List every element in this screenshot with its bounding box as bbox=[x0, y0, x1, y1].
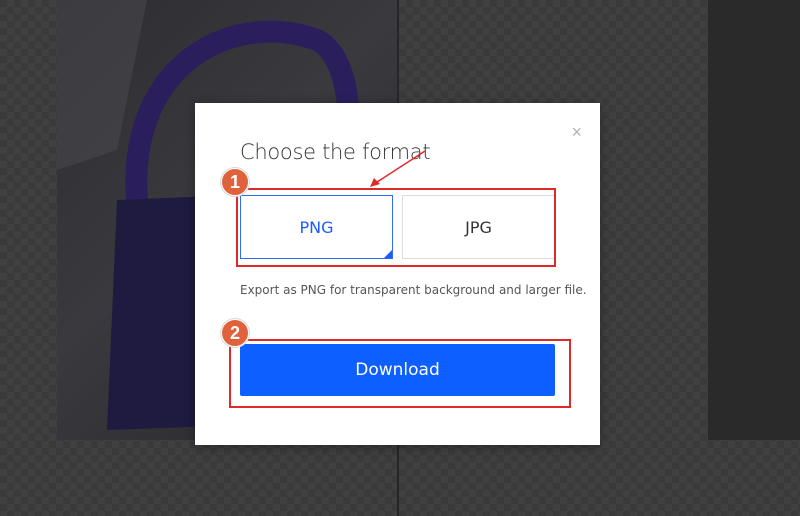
download-button[interactable]: Download bbox=[240, 344, 555, 396]
format-options: PNG JPG bbox=[240, 195, 555, 261]
format-option-jpg[interactable]: JPG bbox=[402, 195, 555, 259]
selected-check-corner-icon bbox=[384, 250, 392, 258]
format-option-png[interactable]: PNG bbox=[240, 195, 393, 259]
format-option-label: JPG bbox=[465, 217, 492, 237]
close-icon[interactable]: × bbox=[571, 123, 582, 141]
format-option-label: PNG bbox=[299, 217, 334, 237]
format-hint: Export as PNG for transparent background… bbox=[240, 283, 587, 297]
annotation-arrow-icon bbox=[370, 150, 426, 187]
image-preview-right bbox=[708, 0, 800, 440]
step-badge-2: 2 bbox=[221, 319, 249, 347]
step-badge-1: 1 bbox=[221, 168, 249, 196]
